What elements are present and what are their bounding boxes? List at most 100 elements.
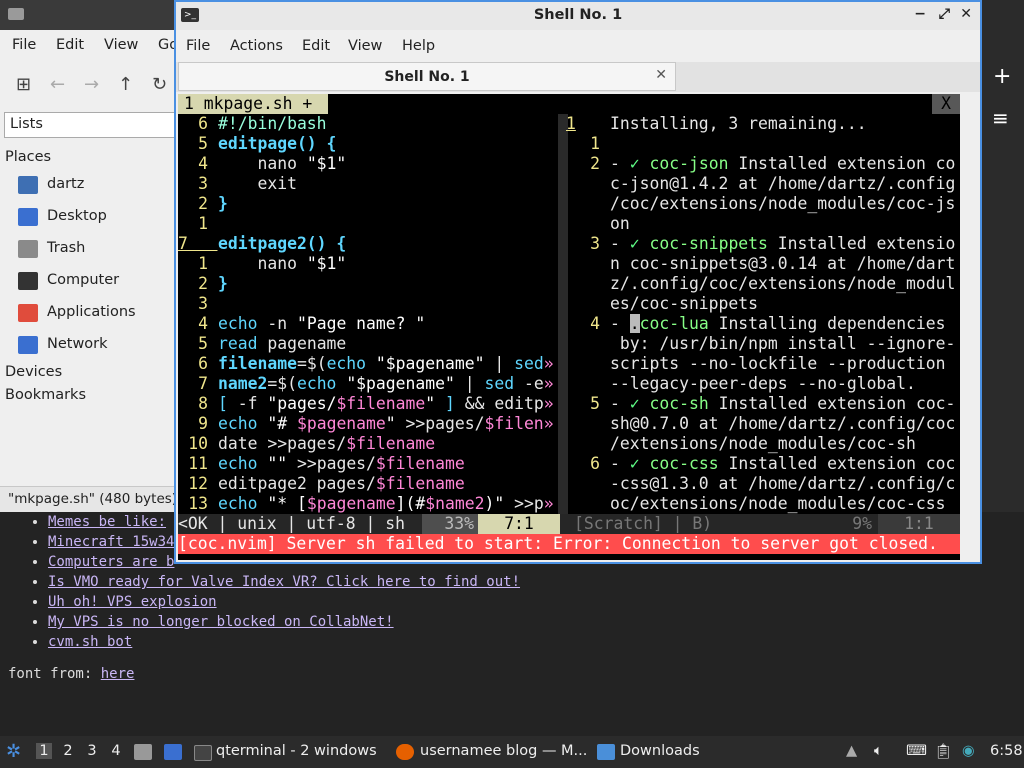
fm-menu-edit[interactable]: Edit [56,37,84,53]
terminal-icon [194,745,212,761]
status-right-pct: 9% [852,514,872,533]
right-buffer[interactable]: 1 Installing, 3 remaining... 1 2- ✓ coc-jso… [566,114,960,514]
keyboard-icon[interactable]: ⌨ [906,743,927,759]
desktop-icon [18,208,38,226]
vim-tabline: 1 mkpage.sh + X [178,94,960,114]
network-icon[interactable]: ◉ [962,743,975,759]
window-title: Shell No. 1 [533,7,623,23]
desktop-2[interactable]: 2 [60,743,76,759]
side-panel: + ≡ [982,0,1024,512]
code-line: 9 echo "# $pagename" >>pages/$filen» [178,414,558,434]
menu-edit[interactable]: Edit [302,38,330,54]
maximize-button[interactable]: ⤢ [939,6,950,22]
font-source-link[interactable]: here [101,666,135,682]
tab-shell-1[interactable]: Shell No. 1 ✕ [178,62,676,91]
view-mode-select[interactable]: Lists [4,112,176,138]
close-button[interactable]: ✕ [960,6,972,22]
output-line: 5 - ✓ coc-sh Installed extension coc- [568,394,960,414]
line-content: editpage2 pages/$filename [218,474,465,493]
output-line: c-json@1.4.2 at /home/dartz/.config [568,174,960,194]
line-number: 1 [566,114,576,133]
line-number: 5 [590,394,600,413]
blog-post-link[interactable]: Is VMO ready for Valve Index VR? Click h… [48,574,520,590]
folder-icon [8,8,24,20]
places-item-label: Trash [47,240,86,256]
blog-post-link[interactable]: Uh oh! VPS explosion [48,594,217,610]
line-number: 7 [198,374,208,393]
volume-icon[interactable]: 🔈︎ [874,743,883,759]
forward-arrow-icon[interactable]: → [84,74,99,95]
menu-file[interactable]: File [186,38,210,54]
output-content: - .coc-lua Installing dependencies [610,314,946,333]
tab-close-icon[interactable]: ✕ [655,67,667,83]
blog-post-link[interactable]: Minecraft 15w34a [48,534,183,550]
code-line: 5 read pagename [178,334,558,354]
menu-actions[interactable]: Actions [230,38,283,54]
terminal-titlebar[interactable]: >_ Shell No. 1 − ⤢ ✕ [176,2,980,30]
line-content: echo "* [$pagename](#$name2)" >>p» [218,494,554,513]
line-content: name2=$(echo "$pagename" | sed -e» [218,374,554,393]
task-qterminal[interactable]: qterminal - 2 windows [216,743,377,759]
vertical-split[interactable] [558,114,568,514]
line-number: 6 [590,454,600,473]
code-line: 11 echo "" >>pages/$filename [178,454,558,474]
blog-post-link[interactable]: My VPS is no longer blocked on CollabNet… [48,614,394,630]
output-content: scripts --no-lockfile --production [610,354,946,373]
places-item-label: Network [47,336,108,352]
vim-editor[interactable]: 1 mkpage.sh + X 6 #!/bin/bash 5 editpage() … [178,94,960,560]
hamburger-menu-icon[interactable]: ≡ [992,106,1009,130]
error-message: [coc.nvim] Server sh failed to start: Er… [178,534,960,554]
output-content: - ✓ coc-sh Installed extension coc- [610,394,956,413]
menu-view[interactable]: View [348,38,382,54]
bookmarks-heading[interactable]: Bookmarks [5,387,86,403]
blog-post-item: Is VMO ready for Valve Index VR? Click h… [48,572,520,592]
code-line: 3 exit [178,174,558,194]
app-menu-icon[interactable]: ✲ [6,741,21,762]
left-buffer[interactable]: 6 #!/bin/bash 5 editpage() {4 nano "$1" 3 ex… [178,114,558,514]
file-manager-window: File Edit View Go ⊞ ← → ↑ ↻ Lists Places… [0,0,178,513]
output-line: z/.config/coc/extensions/node_modul [568,274,960,294]
file-manager-quicklaunch-icon[interactable] [134,744,152,760]
places-item-label: Desktop [47,208,107,224]
line-content: date >>pages/$filename [218,434,436,453]
output-content: - ✓ coc-css Installed extension coc [610,454,956,473]
clipboard-icon[interactable]: 📋︎ [934,743,952,760]
show-desktop-icon[interactable] [164,744,182,760]
line-number: 3 [590,234,600,253]
new-tab-icon[interactable]: ⊞ [16,74,31,95]
clock[interactable]: 6:58 [990,743,1023,759]
status-left-pct: 33% [422,514,478,534]
desktop-1[interactable]: 1 [36,743,52,759]
code-line: 4 nano "$1" [178,154,558,174]
output-line: 2 - ✓ coc-json Installed extension co [568,154,960,174]
plus-icon[interactable]: + [993,64,1011,89]
vim-tab[interactable]: 1 mkpage.sh + [178,94,328,114]
updates-icon[interactable]: ▲ [846,743,857,759]
blog-post-link[interactable]: cvm.sh bot [48,634,132,650]
line-content: echo "# $pagename" >>pages/$filen» [218,414,554,433]
task-downloads[interactable]: Downloads [620,743,700,759]
code-line: 13 echo "* [$pagename](#$name2)" >>p» [178,494,558,514]
up-arrow-icon[interactable]: ↑ [118,74,133,95]
menu-help[interactable]: Help [402,38,435,54]
output-content: -css@1.3.0 at /home/dartz/.config/c [610,474,956,493]
output-content: /coc/extensions/node_modules/coc-js [610,194,956,213]
minimize-button[interactable]: − [914,6,926,22]
blog-post-item: cvm.sh bot [48,632,520,652]
blog-post-link[interactable]: Memes be like: [48,514,166,530]
status-text: "mkpage.sh" (480 bytes) [8,491,178,507]
blog-post-link[interactable]: Computers are b [48,554,174,570]
reload-icon[interactable]: ↻ [152,74,167,95]
desktop-3[interactable]: 3 [84,743,100,759]
line-number: 2 [198,194,208,213]
vim-tab-close[interactable]: X [932,94,960,114]
desktop-4[interactable]: 4 [108,743,124,759]
line-number: 7 [178,234,218,253]
output-content: oc/extensions/node_modules/coc-css [610,494,946,513]
output-line: on [568,214,960,234]
back-arrow-icon[interactable]: ← [50,74,65,95]
devices-heading[interactable]: Devices [5,364,62,380]
fm-menu-file[interactable]: File [12,37,36,53]
task-firefox[interactable]: usernamee blog — M... [420,743,587,759]
fm-menu-view[interactable]: View [104,37,138,53]
